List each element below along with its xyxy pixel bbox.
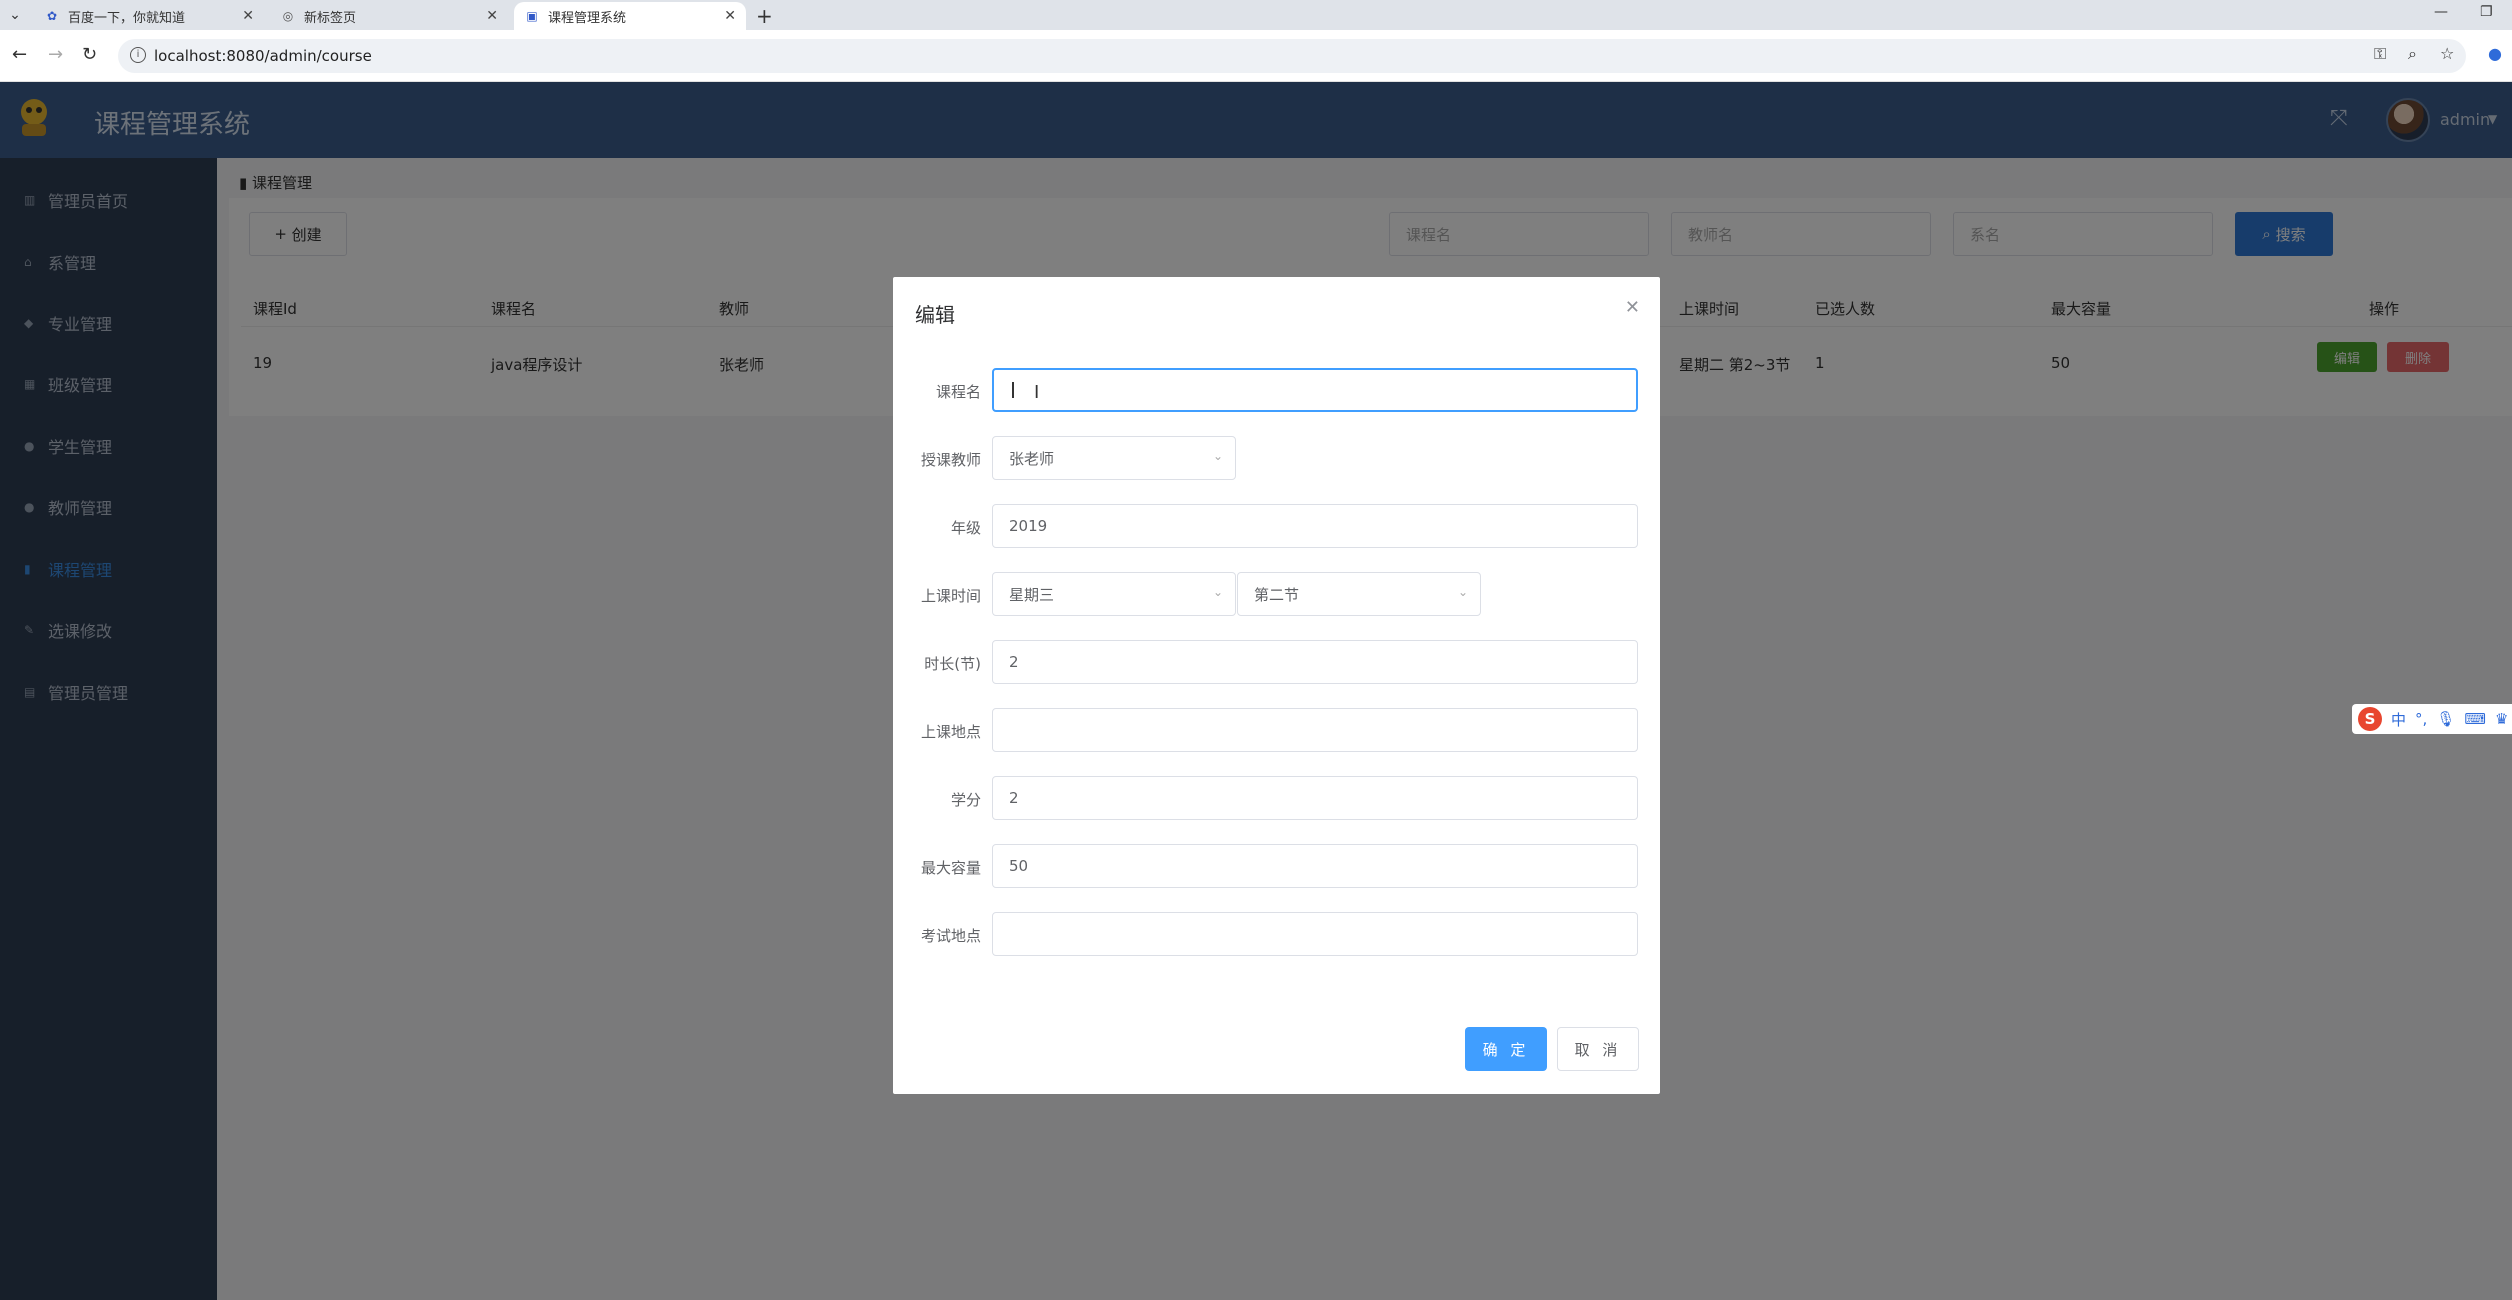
- credit-value: 2: [1009, 789, 1019, 807]
- grade-input[interactable]: 2019: [992, 504, 1638, 548]
- reload-icon[interactable]: ↻: [82, 44, 97, 65]
- credit-input[interactable]: 2: [992, 776, 1638, 820]
- chrome-icon: ◎: [282, 9, 294, 23]
- site-info-icon[interactable]: i: [130, 47, 146, 63]
- back-icon[interactable]: ←: [12, 44, 27, 65]
- duration-label: 时长(节): [924, 655, 981, 673]
- location-label: 上课地点: [920, 723, 981, 741]
- course-name-input[interactable]: I: [992, 368, 1638, 412]
- course-name-label: 课程名: [935, 383, 981, 401]
- section-value: 第二节: [1254, 585, 1300, 604]
- tab-new-tab[interactable]: ◎ 新标签页 ✕: [270, 2, 508, 30]
- baidu-icon: ✿: [46, 9, 58, 23]
- ime-toolbar[interactable]: S 中 °, 🎙 ⌨ ♛: [2352, 704, 2512, 734]
- exam-location-label: 考试地点: [920, 927, 981, 945]
- new-tab-icon[interactable]: +: [756, 4, 773, 28]
- close-icon[interactable]: ✕: [1625, 297, 1640, 318]
- credit-label: 学分: [950, 791, 981, 809]
- chevron-down-icon: ⌄: [1457, 585, 1468, 599]
- ibeam-cursor-icon: I: [1034, 382, 1040, 403]
- bookmark-star-icon[interactable]: ☆: [2440, 44, 2454, 63]
- teacher-value: 张老师: [1009, 449, 1055, 468]
- close-icon[interactable]: ✕: [724, 8, 736, 24]
- url-text: localhost:8080/admin/course: [154, 47, 372, 65]
- capacity-input[interactable]: 50: [992, 844, 1638, 888]
- capacity-label: 最大容量: [920, 859, 981, 877]
- weekday-select[interactable]: 星期三 ⌄: [992, 572, 1236, 616]
- teacher-select[interactable]: 张老师 ⌄: [992, 436, 1236, 480]
- capacity-value: 50: [1009, 857, 1029, 875]
- text-cursor: [1012, 382, 1014, 398]
- class-time-label: 上课时间: [920, 587, 981, 605]
- tab-course-system[interactable]: ▣ 课程管理系统 ✕: [514, 2, 746, 30]
- microphone-icon[interactable]: 🎙: [2436, 710, 2455, 728]
- keyboard-icon[interactable]: ⌨: [2464, 710, 2486, 728]
- close-icon[interactable]: ✕: [242, 8, 254, 24]
- duration-value: 2: [1009, 653, 1019, 671]
- cancel-button[interactable]: 取 消: [1557, 1027, 1639, 1071]
- skin-icon[interactable]: ♛: [2495, 710, 2508, 728]
- tab-title: 新标签页: [304, 10, 357, 26]
- zoom-icon[interactable]: ⌕: [2408, 44, 2417, 64]
- chevron-down-icon: ⌄: [1212, 585, 1223, 599]
- punctuation-icon[interactable]: °,: [2415, 710, 2427, 728]
- weekday-value: 星期三: [1009, 585, 1055, 604]
- sogou-logo-icon: S: [2358, 707, 2382, 731]
- tab-title: 百度一下，你就知道: [68, 10, 186, 26]
- tab-title: 课程管理系统: [548, 10, 627, 26]
- restore-icon[interactable]: ❐: [2480, 4, 2493, 20]
- minimize-icon[interactable]: —: [2434, 4, 2448, 20]
- grade-label: 年级: [950, 519, 981, 537]
- forward-icon[interactable]: →: [48, 44, 63, 65]
- browser-tab-strip: ⌄ ✿ 百度一下，你就知道 ✕ ◎ 新标签页 ✕ ▣ 课程管理系统 ✕ + — …: [0, 0, 2512, 30]
- chevron-down-icon: ⌄: [1212, 449, 1223, 463]
- tab-search-icon[interactable]: ⌄: [6, 7, 24, 23]
- tab-baidu[interactable]: ✿ 百度一下，你就知道 ✕: [34, 2, 264, 30]
- profile-icon[interactable]: ●: [2488, 44, 2502, 63]
- close-icon[interactable]: ✕: [486, 8, 498, 24]
- url-field[interactable]: i localhost:8080/admin/course: [118, 39, 2466, 73]
- grade-value: 2019: [1009, 517, 1048, 535]
- password-key-icon[interactable]: ⚿: [2374, 44, 2386, 64]
- confirm-button[interactable]: 确 定: [1465, 1027, 1547, 1071]
- course-favicon-icon: ▣: [526, 9, 538, 23]
- dialog-title: 编辑: [915, 303, 955, 327]
- edit-dialog: 编辑 ✕ 课程名 I 授课教师 张老师 ⌄ 年级 2019 上课时间 星期三 ⌄…: [893, 277, 1660, 1094]
- ime-mode-label[interactable]: 中: [2391, 709, 2406, 730]
- address-bar: ← → ↻ i localhost:8080/admin/course ⚿ ⌕ …: [0, 30, 2512, 82]
- exam-location-input[interactable]: [992, 912, 1638, 956]
- teacher-label: 授课教师: [920, 451, 981, 469]
- section-select[interactable]: 第二节 ⌄: [1237, 572, 1481, 616]
- duration-input[interactable]: 2: [992, 640, 1638, 684]
- location-input[interactable]: [992, 708, 1638, 752]
